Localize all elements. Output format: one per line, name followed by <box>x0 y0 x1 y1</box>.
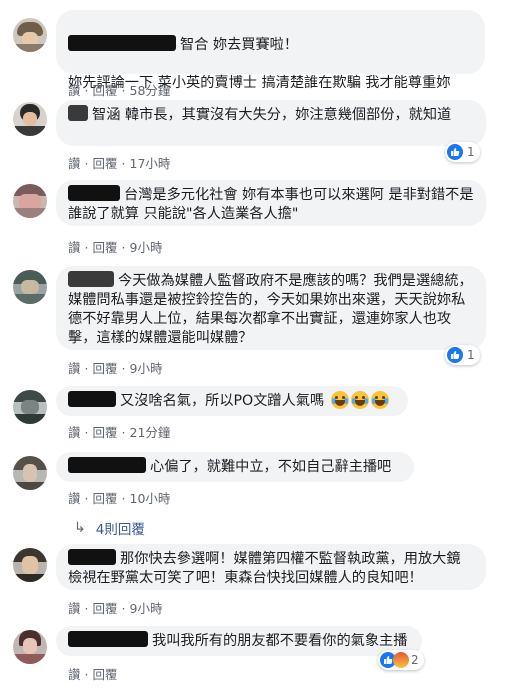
comment-actions: 讚 · 回覆 · 58分鐘 <box>68 80 170 99</box>
timestamp[interactable]: 21分鐘 <box>130 422 171 441</box>
angry-reaction-icon <box>393 652 409 668</box>
laugh-emoji-icon <box>370 391 389 409</box>
comment-bubble: 我叫我所有的朋友都不要看你的氣象主播 <box>56 626 422 656</box>
reaction-summary[interactable]: 2 <box>378 650 424 670</box>
like-action[interactable]: 讚 <box>68 237 81 256</box>
comment-text: 我叫我所有的朋友都不要看你的氣象主播 <box>68 631 410 651</box>
comment-body: 那你快去參選啊！媒體第四權不監督執政黨，用放大鏡檢視在野黨太可笑了吧！東森台快找… <box>68 551 461 586</box>
comment-body: 今天做為媒體人監督政府不是應該的嗎？我們是選總統，媒體問私事還是被控鈴控告的，今… <box>68 273 473 346</box>
redacted-author-name[interactable] <box>68 185 120 201</box>
timestamp[interactable]: 9小時 <box>130 598 163 617</box>
avatar[interactable] <box>13 102 47 136</box>
reply-action[interactable]: 回覆 <box>93 598 118 617</box>
comment-actions: 讚 · 回覆 <box>68 664 118 683</box>
comment-actions: 讚 · 回覆 · 9小時 <box>68 358 162 377</box>
comment-bubble: 智涵 韓市長，其實沒有大失分，妳注意幾個部份，就知道 <box>56 100 486 146</box>
like-action[interactable]: 讚 <box>68 664 81 683</box>
reply-action[interactable]: 回覆 <box>93 153 118 172</box>
comment-bubble: 那你快去參選啊！媒體第四權不監督執政黨，用放大鏡檢視在野黨太可笑了吧！東森台快找… <box>56 544 486 590</box>
thumbs-up-icon <box>447 347 463 363</box>
timestamp[interactable]: 17小時 <box>130 153 171 172</box>
comment-body: 又沒啥名氣，所以PO文蹭人氣嗎 <box>120 393 325 409</box>
comment-body: 台灣是多元化社會 妳有本事也可以來選阿 是非對錯不是誰說了就算 只能說"各人造業… <box>68 187 474 222</box>
comment-bubble: 又沒啥名氣，所以PO文蹭人氣嗎 <box>56 386 408 416</box>
avatar[interactable] <box>13 630 47 664</box>
comment-actions: 讚 · 回覆 · 9小時 <box>68 237 162 256</box>
redacted-author-name[interactable] <box>68 391 116 407</box>
comment-text: 那你快去參選啊！媒體第四權不監督執政黨，用放大鏡檢視在野黨太可笑了吧！東森台快找… <box>68 549 474 588</box>
comment-text: 心偏了，就難中立，不如自己辭主播吧 <box>68 457 402 477</box>
comment-actions: 讚 · 回覆 · 10小時 <box>68 488 170 507</box>
laugh-emoji-icon <box>350 391 369 409</box>
comment-text: 智涵 韓市長，其實沒有大失分，妳注意幾個部份，就知道 <box>68 105 474 125</box>
reaction-count: 1 <box>467 348 475 362</box>
avatar[interactable] <box>13 270 47 304</box>
reply-action[interactable]: 回覆 <box>93 488 118 507</box>
comment-actions: 讚 · 回覆 · 9小時 <box>68 598 162 617</box>
timestamp[interactable]: 9小時 <box>130 358 163 377</box>
like-action[interactable]: 讚 <box>68 598 81 617</box>
comment-text: 台灣是多元化社會 妳有本事也可以來選阿 是非對錯不是誰說了就算 只能說"各人造業… <box>68 185 474 224</box>
reaction-summary[interactable]: 1 <box>445 345 480 365</box>
comment-bubble: 智合 妳去買賽啦！ 妳先評論一下 菜小英的賣博士 搞清楚誰在欺騙 我才能尊重妳 <box>56 10 485 91</box>
comment-actions: 讚 · 回覆 · 21分鐘 <box>68 422 170 441</box>
like-action[interactable]: 讚 <box>68 422 81 441</box>
avatar[interactable] <box>13 184 47 218</box>
redacted-author-name[interactable] <box>68 457 146 473</box>
comment-body: 我叫我所有的朋友都不要看你的氣象主播 <box>152 633 408 649</box>
view-replies-link[interactable]: ↳ 4則回覆 <box>74 518 145 538</box>
comment-bubble: 今天做為媒體人監督政府不是應該的嗎？我們是選總統，媒體問私事還是被控鈴控告的，今… <box>56 266 486 350</box>
replies-count: 4則回覆 <box>95 522 145 538</box>
timestamp[interactable]: 9小時 <box>130 237 163 256</box>
reply-action[interactable]: 回覆 <box>93 237 118 256</box>
comment-body: 智涵 韓市長，其實沒有大失分，妳注意幾個部份，就知道 <box>92 107 452 123</box>
redacted-author-name[interactable] <box>68 271 114 287</box>
reaction-summary[interactable]: 1 <box>445 142 480 162</box>
avatar[interactable] <box>13 456 47 490</box>
redacted-author-name[interactable] <box>68 105 88 121</box>
comment-actions: 讚 · 回覆 · 17小時 <box>68 153 170 172</box>
like-action[interactable]: 讚 <box>68 488 81 507</box>
like-action[interactable]: 讚 <box>68 80 81 99</box>
avatar[interactable] <box>13 18 47 52</box>
redacted-author-name[interactable] <box>68 549 116 565</box>
reply-action[interactable]: 回覆 <box>93 80 118 99</box>
laugh-emoji-icon <box>330 391 349 409</box>
redacted-author-name[interactable] <box>68 631 148 647</box>
reaction-count: 1 <box>467 145 475 159</box>
like-action[interactable]: 讚 <box>68 358 81 377</box>
reply-arrow-icon: ↳ <box>74 520 86 536</box>
redacted-author-name[interactable] <box>68 35 176 51</box>
reply-action[interactable]: 回覆 <box>93 422 118 441</box>
comment-text: 又沒啥名氣，所以PO文蹭人氣嗎 <box>68 391 396 411</box>
like-action[interactable]: 讚 <box>68 153 81 172</box>
comment-bubble: 心偏了，就難中立，不如自己辭主播吧 <box>56 452 414 482</box>
avatar[interactable] <box>13 390 47 424</box>
avatar[interactable] <box>13 548 47 582</box>
comment-text: 今天做為媒體人監督政府不是應該的嗎？我們是選總統，媒體問私事還是被控鈴控告的，今… <box>68 271 474 348</box>
timestamp[interactable]: 10小時 <box>130 488 171 507</box>
reply-action[interactable]: 回覆 <box>93 664 118 683</box>
comment-bubble: 台灣是多元化社會 妳有本事也可以來選阿 是非對錯不是誰說了就算 只能說"各人造業… <box>56 180 486 226</box>
reply-action[interactable]: 回覆 <box>93 358 118 377</box>
thumbs-up-icon <box>447 144 463 160</box>
comment-body: 心偏了，就難中立，不如自己辭主播吧 <box>150 459 392 475</box>
timestamp[interactable]: 58分鐘 <box>130 80 171 99</box>
reaction-count: 2 <box>411 653 419 667</box>
